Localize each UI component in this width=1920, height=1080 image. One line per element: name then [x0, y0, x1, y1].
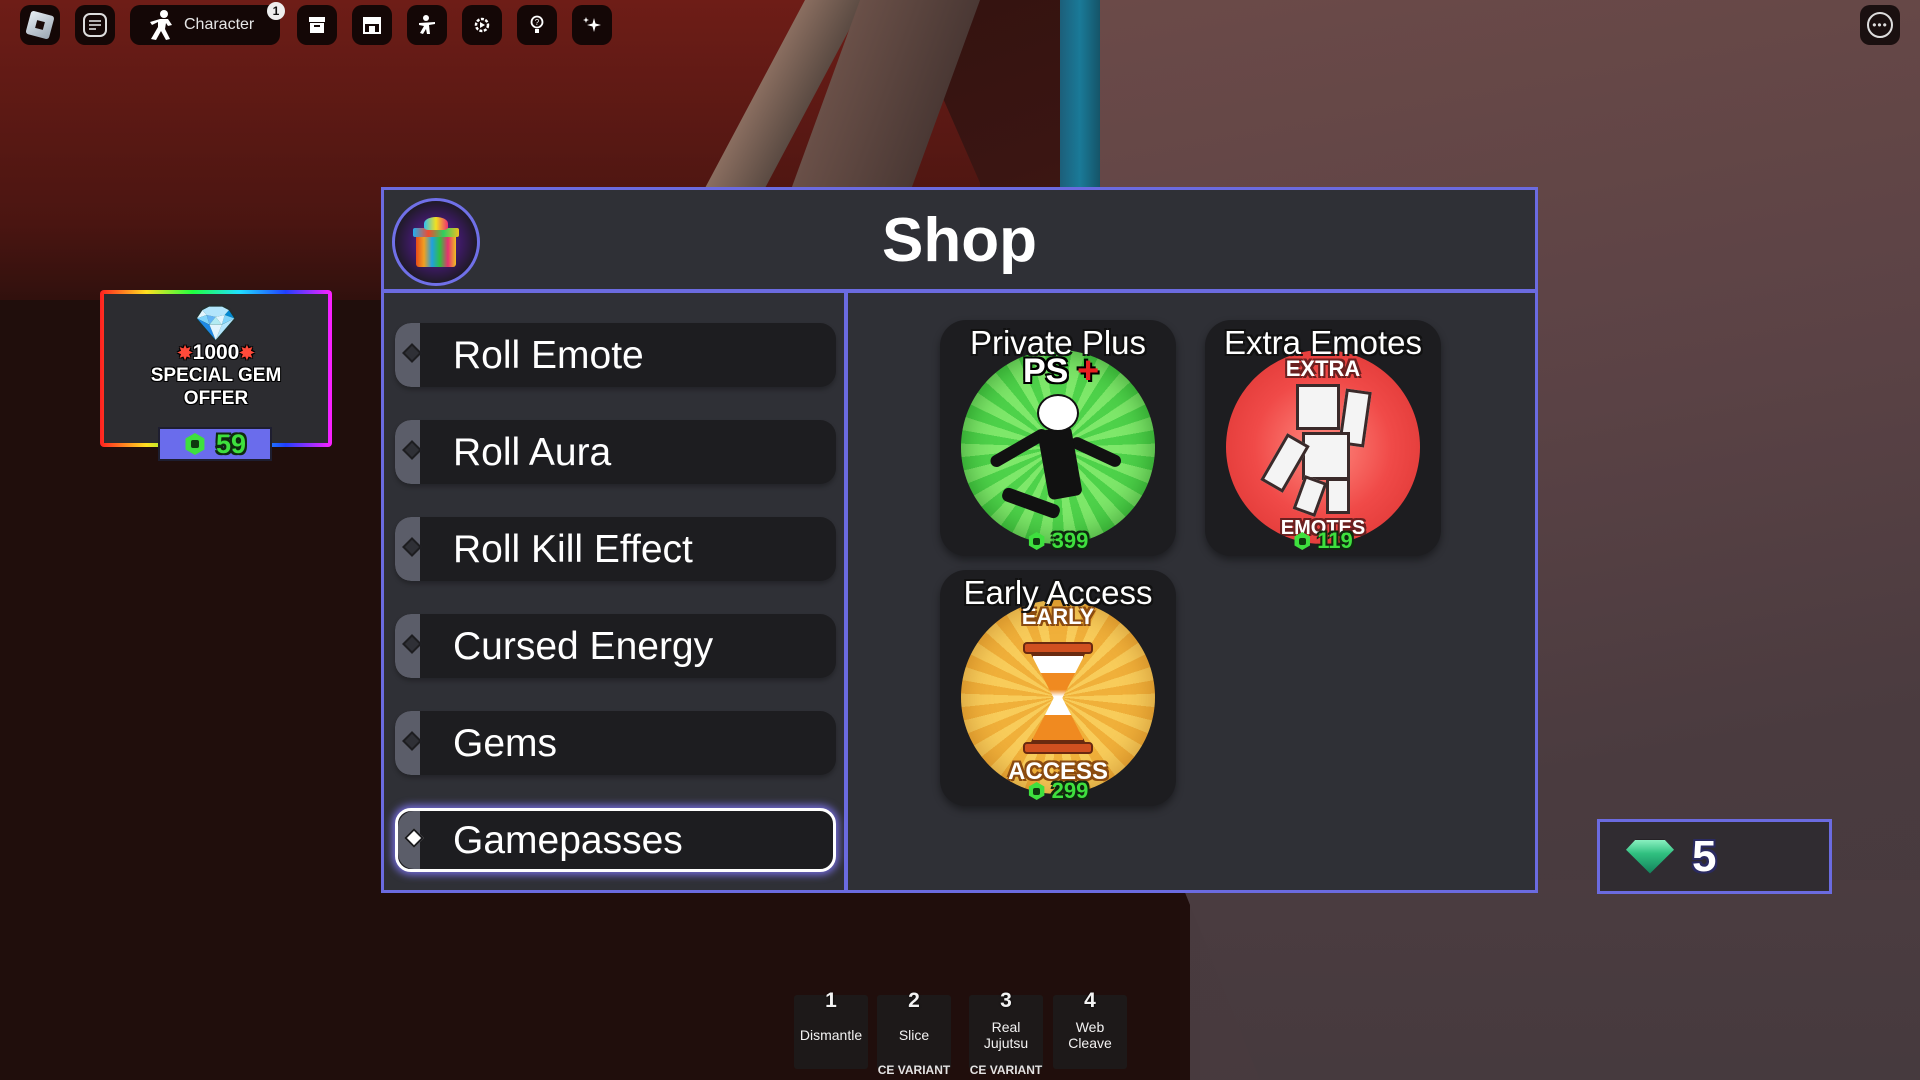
svg-text:?: ?	[535, 18, 540, 27]
menu-item-cursed-energy[interactable]: Cursed Energy	[395, 614, 836, 678]
offer-price: 59	[215, 428, 247, 459]
more-options-icon: •••	[1867, 12, 1893, 38]
diamond-icon	[402, 634, 422, 654]
inventory-button[interactable]	[297, 5, 337, 45]
shop-header: Shop	[384, 190, 1535, 293]
chat-button[interactable]	[75, 5, 115, 45]
menu-item-label: Roll Emote	[453, 333, 644, 377]
shop-title: Shop	[882, 206, 1037, 275]
scene-floor	[1180, 880, 1920, 1080]
diamond-icon	[402, 537, 422, 557]
robux-icon	[1028, 782, 1045, 800]
hourglass-icon	[1031, 654, 1085, 742]
settings-icon	[474, 17, 490, 33]
menu-item-label: Roll Aura	[453, 430, 612, 474]
roblox-logo-icon	[25, 10, 55, 40]
character-button[interactable]: Character	[130, 5, 280, 45]
menu-item-roll-kill-effect[interactable]: Roll Kill Effect	[395, 517, 836, 581]
diamond-icon	[402, 440, 422, 460]
chat-icon	[83, 13, 107, 37]
menu-item-roll-aura[interactable]: Roll Aura	[395, 420, 836, 484]
hotbar-slot-dismantle[interactable]: 1 Dismantle	[794, 989, 868, 1069]
sparkle-icon	[583, 17, 601, 32]
offer-amount: ✸1000✸	[178, 342, 255, 364]
hotbar-slot-real-jujutsu[interactable]: 3 Real Jujutsu CE VARIANT	[969, 989, 1043, 1077]
menu-item-label: Gems	[453, 721, 558, 765]
card-price-value: 119	[1317, 528, 1353, 553]
gamepass-card-early-access[interactable]: EARLY ACCESS Early Access 299	[940, 570, 1176, 806]
diamond-icon	[402, 731, 422, 751]
card-title: Early Access	[963, 574, 1153, 611]
gem-count: 5	[1692, 831, 1717, 881]
gem-cluster-icon: 💎	[194, 305, 238, 343]
more-options-button[interactable]: •••	[1860, 5, 1900, 45]
menu-item-gamepasses[interactable]: Gamepasses	[395, 808, 836, 872]
shop-icon	[363, 17, 381, 34]
offer-line-2: OFFER	[183, 388, 249, 409]
special-gem-offer[interactable]: 💎 ✸1000✸ SPECIAL GEM OFFER	[100, 290, 332, 447]
shop-divider	[844, 293, 848, 893]
card-price: 399	[940, 528, 1176, 554]
roblox-menu-button[interactable]	[20, 5, 60, 45]
sparkle-button[interactable]	[572, 5, 612, 45]
help-button[interactable]: ?	[517, 5, 557, 45]
emotes-icon	[419, 15, 435, 34]
card-title: Private Plus	[969, 324, 1147, 361]
offer-line-1: SPECIAL GEM	[150, 365, 282, 386]
burst-icon: ✸	[239, 343, 255, 363]
card-price-value: 399	[1051, 528, 1089, 553]
private-plus-art: PS +	[961, 350, 1155, 544]
hotbar-slot-slice[interactable]: 2 Slice CE VARIANT	[877, 989, 951, 1077]
early-access-art: EARLY ACCESS	[961, 600, 1155, 794]
menu-item-label: Cursed Energy	[453, 624, 714, 668]
notification-badge: 1	[267, 2, 285, 20]
robux-icon	[1028, 532, 1045, 550]
emotes-button[interactable]	[407, 5, 447, 45]
card-price-value: 299	[1051, 778, 1089, 803]
gamepass-card-extra-emotes[interactable]: EXTRA EMOTES Extra Emotes 119	[1205, 320, 1441, 556]
inventory-icon	[309, 17, 325, 33]
menu-item-gems[interactable]: Gems	[395, 711, 836, 775]
menu-item-label: Roll Kill Effect	[453, 527, 693, 571]
diamond-icon	[402, 343, 422, 363]
help-icon: ?	[530, 15, 544, 33]
slot-label: Dismantle	[799, 1027, 863, 1043]
roblox-topbar: Character 1 ? •••	[0, 0, 1920, 50]
burst-icon: ✸	[177, 343, 193, 363]
settings-button[interactable]	[462, 5, 502, 45]
gem-counter: 5	[1597, 819, 1832, 894]
slot-variant-label: CE VARIANT	[969, 1063, 1043, 1077]
gem-icon	[1626, 839, 1674, 874]
hotbar-slot-web-cleave[interactable]: 4 Web Cleave	[1053, 989, 1127, 1069]
extra-emotes-art: EXTRA EMOTES	[1226, 350, 1420, 544]
slot-variant-label: CE VARIANT	[877, 1063, 951, 1077]
character-label: Character	[184, 16, 255, 33]
card-title: Extra Emotes	[1223, 324, 1423, 361]
offer-price-button[interactable]: 59	[158, 427, 272, 461]
slot-label: Slice	[898, 1027, 930, 1043]
menu-item-roll-emote[interactable]: Roll Emote	[395, 323, 836, 387]
menu-item-label: Gamepasses	[453, 818, 683, 862]
card-price: 299	[940, 778, 1176, 804]
slot-label: Real Jujutsu	[983, 1019, 1029, 1051]
robux-icon	[185, 433, 205, 455]
shop-button[interactable]	[352, 5, 392, 45]
shop-panel: Shop Roll Emote Roll Aura Roll Kill Effe…	[381, 187, 1538, 893]
character-pose-icon	[150, 10, 172, 40]
robux-icon	[1294, 532, 1310, 550]
diamond-icon	[404, 828, 424, 848]
gamepass-card-private-plus[interactable]: PS + Private Plus 399	[940, 320, 1176, 556]
card-price: 119	[1205, 528, 1441, 554]
slot-label: Web Cleave	[1068, 1019, 1112, 1051]
offer-amount-value: 1000	[192, 341, 240, 364]
